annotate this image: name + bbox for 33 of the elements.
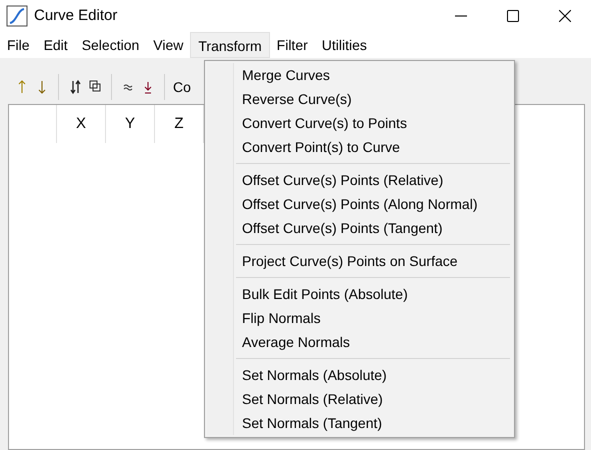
menu-item[interactable]: Filter xyxy=(270,32,315,58)
menu-item[interactable]: View xyxy=(146,32,190,58)
dropdown-item[interactable]: Offset Curve(s) Points (Relative) xyxy=(234,168,510,192)
dropdown-item[interactable]: Project Curve(s) Points on Surface xyxy=(234,249,510,273)
dropdown-item[interactable]: Offset Curve(s) Points (Tangent) xyxy=(234,216,510,240)
app-icon xyxy=(6,5,28,27)
down-arrow-icon[interactable] xyxy=(36,79,48,95)
dropdown-item[interactable]: Bulk Edit Points (Absolute) xyxy=(234,282,510,306)
dropdown-item[interactable]: Reverse Curve(s) xyxy=(234,87,510,111)
dropdown-item[interactable]: Average Normals xyxy=(234,330,510,354)
dropdown-item[interactable]: Convert Point(s) to Curve xyxy=(234,135,510,159)
up-arrow-icon[interactable] xyxy=(16,79,28,95)
menu-item[interactable]: File xyxy=(0,32,37,58)
menu-item[interactable]: Selection xyxy=(74,32,146,58)
menu-item[interactable]: Edit xyxy=(36,32,75,58)
column-header[interactable]: X xyxy=(76,112,86,136)
menu-item[interactable]: Transform xyxy=(190,32,270,58)
dropdown-item[interactable]: Set Normals (Relative) xyxy=(234,387,510,411)
dropdown-item[interactable]: Offset Curve(s) Points (Along Normal) xyxy=(234,192,510,216)
dropdown-item[interactable]: Flip Normals xyxy=(234,306,510,330)
window-title: Curve Editor xyxy=(34,6,118,26)
menu-item[interactable]: Utilities xyxy=(314,32,374,58)
dropdown-item[interactable]: Set Normals (Tangent) xyxy=(234,411,510,435)
ground-icon[interactable] xyxy=(142,79,154,95)
toolbar-label: Co xyxy=(173,78,191,96)
dropdown-item[interactable]: Convert Curve(s) to Points xyxy=(234,111,510,135)
maximize-icon[interactable] xyxy=(507,10,519,22)
column-header[interactable]: Z xyxy=(174,112,184,136)
column-header[interactable]: Y xyxy=(124,112,135,136)
swap-arrows-icon[interactable] xyxy=(69,79,81,95)
dropdown-item[interactable]: Merge Curves xyxy=(234,63,510,87)
dropdown-item[interactable]: Set Normals (Absolute) xyxy=(234,363,510,387)
close-icon[interactable] xyxy=(559,10,571,22)
